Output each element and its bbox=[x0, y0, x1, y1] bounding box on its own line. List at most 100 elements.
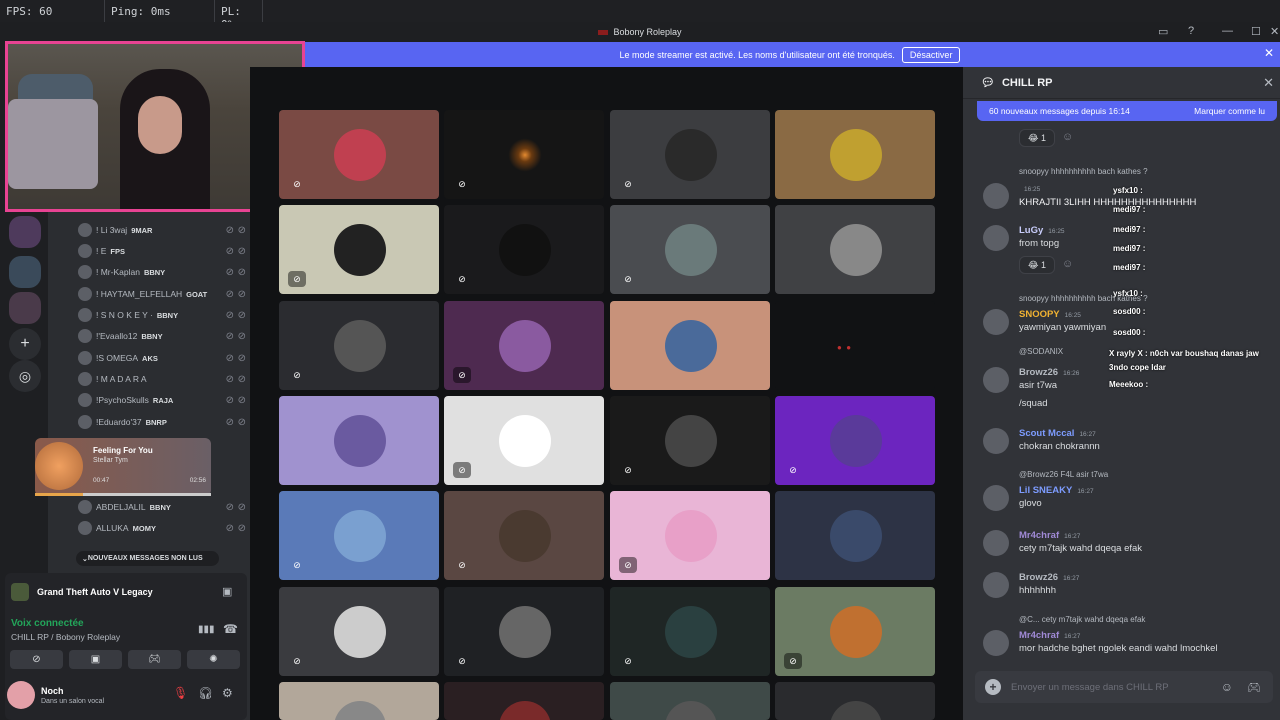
reply-preview[interactable]: @C... cety m7tajk wahd dqeqa efak bbox=[1019, 615, 1145, 624]
participant-tile[interactable]: ● ● bbox=[775, 301, 935, 390]
participant-tile[interactable] bbox=[775, 682, 935, 720]
message-time: 16:27 bbox=[1077, 488, 1094, 495]
member-item[interactable]: !S OMEGA AKS ⊘ ⊘ bbox=[78, 349, 246, 367]
mic-muted-icon: ⊘ bbox=[237, 373, 246, 385]
headphones-icon[interactable]: 🎧︎ bbox=[198, 686, 213, 700]
activities-button[interactable]: 🎮︎ bbox=[128, 650, 181, 669]
screen-share-button[interactable]: ▣ bbox=[69, 650, 122, 669]
server-folder-icon[interactable] bbox=[9, 292, 41, 324]
author-name: LuGy 16:25 bbox=[1019, 225, 1065, 236]
participant-tile[interactable] bbox=[775, 205, 935, 294]
participant-tile[interactable] bbox=[775, 491, 935, 580]
video-off-icon: ⊘ bbox=[458, 273, 466, 284]
settings-gear-icon[interactable]: ⚙ bbox=[222, 686, 233, 700]
author-name: Lil SNEAKY 16:27 bbox=[1019, 485, 1094, 496]
reaction-chip[interactable]: 😂︎ 1 bbox=[1019, 256, 1055, 274]
reply-preview[interactable]: @Browz26 F4L asir t7wa bbox=[1019, 470, 1108, 479]
voice-video-grid: ⊘ ⊘ ⊘ ⊘ ⊘ ⊘ ⊘ ⊘ ● ● ⊘ ⊘ ⊘ ⊘ ⊘ ⊘ ⊘ ⊘ ⊘ ⊘ bbox=[250, 67, 963, 720]
participant-tile[interactable] bbox=[279, 396, 439, 485]
emoji-icon[interactable]: ☺ bbox=[1221, 680, 1233, 694]
member-item[interactable]: !Eduardo'37 BNRP ⊘ ⊘ bbox=[78, 413, 246, 431]
chat-channel-name: CHILL RP bbox=[1001, 76, 1053, 89]
server-icon[interactable] bbox=[9, 216, 41, 248]
voice-channel-path[interactable]: CHILL RP / Bobony Roleplay bbox=[11, 632, 120, 642]
participant-tile[interactable]: ⊘ bbox=[610, 205, 770, 294]
member-item[interactable]: !'Evaallo12 BBNY ⊘ ⊘ bbox=[78, 327, 246, 345]
participant-tile[interactable]: ⊘ bbox=[610, 491, 770, 580]
add-reaction-icon[interactable]: ☺ bbox=[1062, 131, 1073, 143]
participant-tile[interactable]: ⊘ bbox=[610, 396, 770, 485]
participant-tile[interactable]: ⊘ bbox=[444, 587, 604, 676]
participant-tile[interactable]: ⊘ bbox=[279, 205, 439, 294]
mic-muted-icon[interactable]: 🎙︎ bbox=[173, 686, 188, 700]
author-name: Mr4chraf 16:27 bbox=[1019, 630, 1081, 641]
close-icon[interactable]: ✕ bbox=[1263, 75, 1274, 91]
close-icon[interactable]: ✕ bbox=[1264, 46, 1274, 60]
add-server-icon[interactable]: + bbox=[9, 328, 41, 360]
member-item[interactable]: ABDELJALIL BBNY ⊘ ⊘ bbox=[78, 498, 246, 516]
signal-icon[interactable]: ▮▮▮ bbox=[198, 624, 215, 635]
member-item[interactable]: ! M A D A R A ⊘ ⊘ bbox=[78, 370, 246, 388]
member-tag: BBNY bbox=[156, 310, 179, 320]
participant-avatar bbox=[665, 701, 717, 720]
member-item[interactable]: ! E FPS ⊘ ⊘ bbox=[78, 242, 246, 260]
participant-tile[interactable]: ⊘ bbox=[610, 110, 770, 199]
participant-tile[interactable]: ⊘ bbox=[775, 587, 935, 676]
add-reaction-icon[interactable]: ☺ bbox=[1062, 258, 1073, 270]
participant-tile[interactable]: ⊘ bbox=[610, 587, 770, 676]
participant-tile[interactable]: ⊘ bbox=[444, 205, 604, 294]
reply-preview[interactable]: @SODANIX bbox=[1019, 347, 1063, 356]
participant-tile[interactable]: ⊘ bbox=[444, 110, 604, 199]
member-name: ! M A D A R A bbox=[96, 374, 147, 384]
message-text: /squad bbox=[1019, 398, 1048, 409]
disconnect-icon[interactable]: ☎ bbox=[223, 622, 238, 636]
message-input[interactable]: + Envoyer un message dans CHILL RP ☺ 🎮︎ bbox=[975, 671, 1273, 703]
participant-tile[interactable] bbox=[610, 301, 770, 390]
member-item[interactable]: ! Mr-Kaplan BBNY ⊘ ⊘ bbox=[78, 263, 246, 281]
participant-tile[interactable]: ⊘ bbox=[279, 110, 439, 199]
discover-icon[interactable]: ◎ bbox=[9, 360, 41, 392]
participant-tile[interactable] bbox=[610, 682, 770, 720]
reaction-chip[interactable]: 😂︎ 1 bbox=[1019, 129, 1055, 147]
avatar bbox=[983, 428, 1009, 454]
participant-eyes: ● ● bbox=[837, 343, 852, 352]
video-off-icon: ⊘ bbox=[624, 655, 632, 666]
close-window-button[interactable]: ✕ bbox=[1270, 25, 1279, 38]
participant-tile[interactable]: ⊘ bbox=[444, 396, 604, 485]
member-item[interactable]: ! S N O K E Y · BBNY ⊘ ⊘ bbox=[78, 306, 246, 324]
soundboard-button[interactable]: ✺ bbox=[187, 650, 240, 669]
stream-chat-overlay-line: medi97 : bbox=[1113, 263, 1146, 272]
participant-tile[interactable]: ⊘ bbox=[279, 301, 439, 390]
participant-tile[interactable] bbox=[279, 682, 439, 720]
video-off-icon: ⊘ bbox=[624, 464, 632, 475]
inbox-icon[interactable]: ▭ bbox=[1158, 25, 1168, 38]
member-item[interactable]: ALLUKA MOMY ⊘ ⊘ bbox=[78, 519, 246, 537]
participant-tile[interactable] bbox=[775, 110, 935, 199]
new-unread-messages-pill[interactable]: ⌄ NOUVEAUX MESSAGES NON LUS bbox=[76, 551, 219, 566]
reply-preview[interactable]: snoopyy hhhhhhhhhh bach kathes ? bbox=[1019, 167, 1148, 176]
help-icon[interactable]: ? bbox=[1188, 25, 1194, 37]
server-folder-icon[interactable] bbox=[9, 256, 41, 288]
current-user[interactable]: Noch Dans un salon vocal bbox=[7, 681, 104, 709]
new-messages-banner[interactable]: 60 nouveaux messages depuis 16:14 Marque… bbox=[977, 101, 1277, 121]
performance-overlay: FPS: 60 Ping: 0ms PL: 0% bbox=[0, 0, 1280, 31]
participant-tile[interactable]: ⊘ bbox=[279, 491, 439, 580]
mark-as-read-button[interactable]: Marquer comme lu bbox=[1194, 106, 1265, 116]
video-off-button[interactable]: ⊘ bbox=[10, 650, 63, 669]
participant-tile[interactable]: ⊘ bbox=[775, 396, 935, 485]
member-item[interactable]: ! Li 3waj 9MAR ⊘ ⊘ bbox=[78, 221, 246, 239]
minimize-button[interactable]: — bbox=[1222, 25, 1233, 37]
participant-tile[interactable]: ⊘ bbox=[279, 587, 439, 676]
member-item[interactable]: ! HAYTAM_ELFELLAH GOAT ⊘ ⊘ bbox=[78, 285, 246, 303]
disable-streamer-button[interactable]: Désactiver bbox=[901, 46, 961, 63]
maximize-button[interactable]: ☐ bbox=[1251, 25, 1261, 38]
participant-tile[interactable] bbox=[444, 682, 604, 720]
member-item[interactable]: !PsychoSkulls RAJA ⊘ ⊘ bbox=[78, 391, 246, 409]
participant-tile[interactable]: ⊘ bbox=[444, 301, 604, 390]
participant-tile[interactable]: ⊘ bbox=[444, 491, 604, 580]
add-attachment-icon[interactable]: + bbox=[985, 679, 1001, 695]
packet-loss-readout: PL: 0% bbox=[215, 0, 263, 31]
screen-icon[interactable]: ▣ bbox=[222, 585, 232, 598]
avatar bbox=[78, 329, 92, 343]
gamepad-icon[interactable]: 🎮︎ bbox=[1247, 681, 1261, 694]
